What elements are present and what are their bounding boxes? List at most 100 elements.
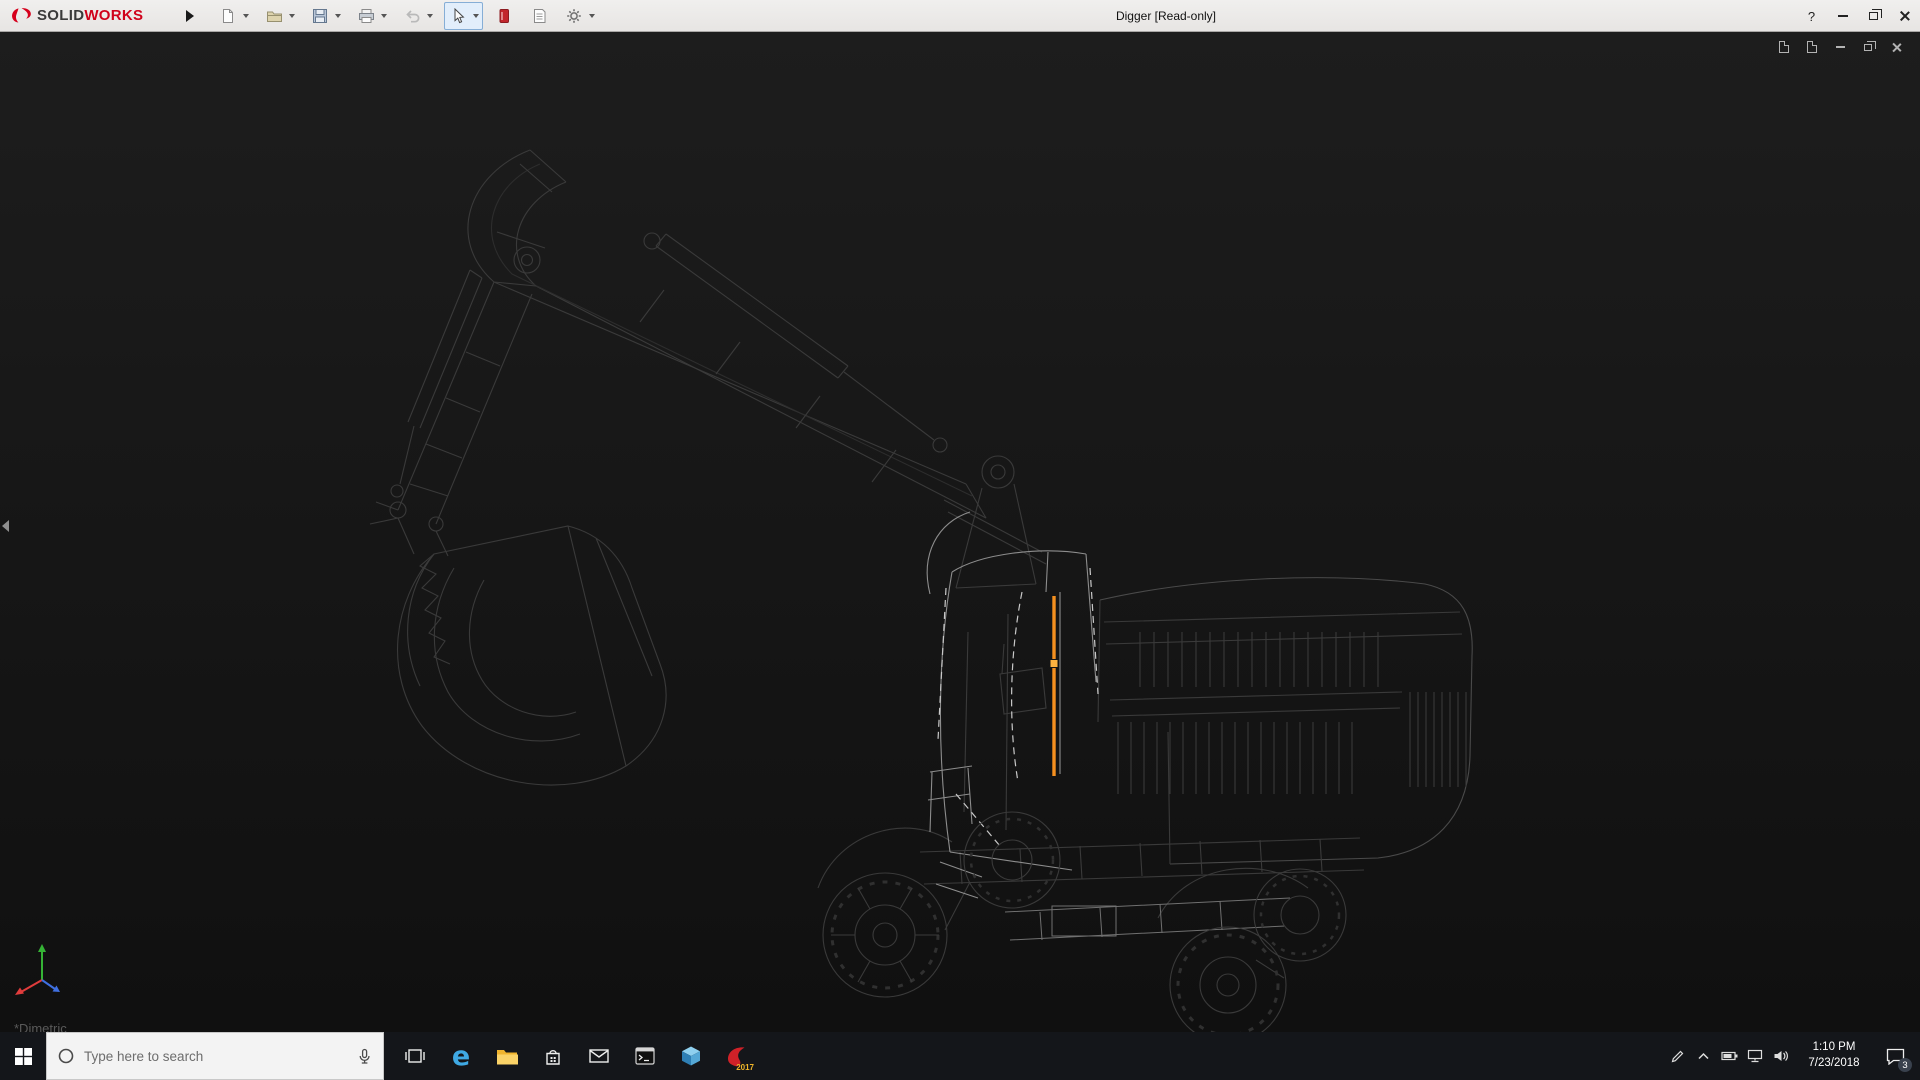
select-tool-button[interactable] — [446, 4, 470, 28]
start-button[interactable] — [0, 1032, 46, 1080]
chevron-down-icon — [589, 14, 595, 18]
windows-taskbar: e 2017 1:10 PM — [0, 1032, 1920, 1080]
print-dropdown[interactable] — [378, 4, 389, 28]
store-button[interactable] — [530, 1032, 576, 1080]
save-dropdown[interactable] — [332, 4, 343, 28]
3d-viewer-button[interactable] — [668, 1032, 714, 1080]
options-gear-icon — [566, 8, 582, 24]
network-icon — [1747, 1049, 1763, 1063]
document-title: Digger [Read-only] — [1116, 0, 1216, 32]
new-document-button[interactable] — [216, 4, 240, 28]
options-dropdown[interactable] — [586, 4, 597, 28]
chevron-down-icon — [335, 14, 341, 18]
minimize-icon — [1838, 15, 1848, 17]
taskbar-clock[interactable]: 1:10 PM 7/23/2018 — [1794, 1040, 1874, 1071]
system-tray: 1:10 PM 7/23/2018 3 — [1664, 1032, 1920, 1080]
battery-tray-button[interactable] — [1716, 1032, 1742, 1080]
edge-icon: e — [452, 1043, 470, 1070]
file-properties-button[interactable] — [527, 4, 551, 28]
clock-date: 7/23/2018 — [1794, 1056, 1874, 1072]
chevron-down-icon — [289, 14, 295, 18]
clock-time: 1:10 PM — [1794, 1040, 1874, 1056]
quick-access-toolbar — [214, 2, 606, 30]
doc-close-button[interactable] — [1888, 39, 1904, 55]
taskbar-search[interactable] — [46, 1032, 384, 1080]
new-document-dropdown[interactable] — [240, 4, 251, 28]
new-document-icon — [220, 8, 236, 24]
new-window-button[interactable] — [1776, 39, 1792, 55]
task-view-icon — [405, 1047, 425, 1065]
red-book-icon — [497, 8, 511, 24]
volume-icon — [1773, 1049, 1789, 1063]
undo-dropdown[interactable] — [424, 4, 435, 28]
options-button[interactable] — [562, 4, 586, 28]
file-explorer-icon — [496, 1047, 518, 1066]
right-triangle-icon — [186, 10, 194, 22]
document-window-controls — [1776, 39, 1904, 55]
windows-logo-icon — [15, 1048, 32, 1065]
notification-badge: 3 — [1898, 1058, 1912, 1072]
select-tool-group — [444, 2, 483, 30]
window-icon — [1779, 41, 1789, 53]
close-button[interactable] — [1889, 0, 1920, 32]
doc-restore-button[interactable] — [1860, 39, 1876, 55]
restore-button[interactable] — [1858, 0, 1889, 32]
open-folder-icon — [266, 8, 283, 24]
chevron-down-icon — [243, 14, 249, 18]
restore-icon — [1869, 12, 1878, 20]
selected-edge[interactable] — [1051, 596, 1058, 776]
pen-tray-button[interactable] — [1664, 1032, 1690, 1080]
3d-cube-icon — [680, 1045, 702, 1067]
store-bag-icon — [544, 1047, 562, 1066]
menu-flyout-arrow[interactable] — [180, 4, 200, 28]
solidworks-resources-button[interactable] — [492, 4, 516, 28]
restore-icon — [1864, 44, 1872, 51]
brand-text: SOLIDWORKS — [37, 7, 143, 25]
undo-button[interactable] — [400, 4, 424, 28]
chevron-down-icon — [381, 14, 387, 18]
select-tool-dropdown[interactable] — [470, 4, 481, 28]
edge-browser-button[interactable]: e — [438, 1032, 484, 1080]
window-controls: ? — [1796, 0, 1920, 32]
file-explorer-button[interactable] — [484, 1032, 530, 1080]
hidden-icons-button[interactable] — [1690, 1032, 1716, 1080]
task-view-button[interactable] — [392, 1032, 438, 1080]
action-center-button[interactable]: 3 — [1874, 1032, 1916, 1080]
minimize-button[interactable] — [1827, 0, 1858, 32]
pen-icon — [1670, 1049, 1685, 1064]
help-button[interactable]: ? — [1796, 0, 1827, 32]
graphics-viewport[interactable]: *Dimetric — [0, 32, 1920, 1032]
mail-envelope-icon — [589, 1048, 609, 1064]
microphone-icon[interactable] — [356, 1048, 373, 1065]
chevron-down-icon — [427, 14, 433, 18]
solidworks-app-button[interactable]: 2017 — [714, 1032, 760, 1080]
orientation-triad — [10, 936, 74, 1000]
command-prompt-button[interactable] — [622, 1032, 668, 1080]
solidworks-logo: SOLIDWORKS — [0, 7, 180, 25]
window-icon — [1807, 41, 1817, 53]
solidworks-app-icon: 2017 — [722, 1041, 752, 1071]
sw-year-badge: 2017 — [736, 1063, 754, 1072]
file-properties-icon — [532, 8, 547, 24]
save-button[interactable] — [308, 4, 332, 28]
open-button[interactable] — [262, 4, 286, 28]
print-icon — [358, 8, 375, 24]
mail-button[interactable] — [576, 1032, 622, 1080]
command-prompt-icon — [635, 1047, 655, 1065]
save-icon — [312, 8, 328, 24]
view-orientation-label: *Dimetric — [14, 1021, 67, 1032]
network-tray-button[interactable] — [1742, 1032, 1768, 1080]
print-button[interactable] — [354, 4, 378, 28]
volume-tray-button[interactable] — [1768, 1032, 1794, 1080]
feature-manager-collapsed-tab[interactable] — [2, 512, 14, 540]
chevron-up-icon — [1697, 1051, 1710, 1061]
open-dropdown[interactable] — [286, 4, 297, 28]
chevron-down-icon — [473, 14, 479, 18]
search-input[interactable] — [84, 1049, 347, 1064]
show-window-button[interactable] — [1804, 39, 1820, 55]
cortana-icon — [57, 1047, 75, 1065]
battery-icon — [1721, 1050, 1738, 1062]
doc-minimize-button[interactable] — [1832, 39, 1848, 55]
undo-icon — [404, 8, 421, 24]
minimize-icon — [1836, 46, 1845, 48]
